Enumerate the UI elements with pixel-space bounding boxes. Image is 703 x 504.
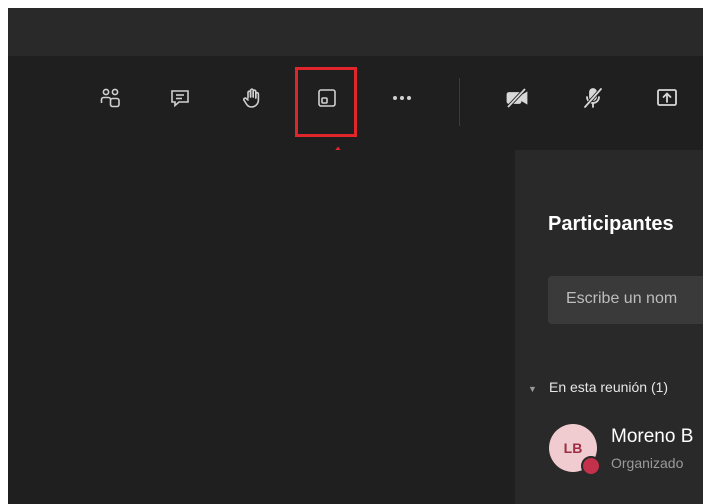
raise-hand-button[interactable] [230,78,274,122]
presence-status-icon [581,456,601,476]
chat-icon [168,86,192,115]
participant-name[interactable]: Moreno B [611,426,693,448]
video-stage [8,150,515,504]
camera-off-icon [505,86,529,115]
people-icon [98,86,122,115]
microphone-button[interactable] [571,78,615,122]
section-header-in-meeting[interactable]: En esta reunión (1) [549,379,668,395]
share-screen-button[interactable] [645,78,689,122]
rooms-highlight-box [295,67,357,137]
toolbar-divider [459,78,460,126]
search-placeholder: Escribe un nom [566,290,678,307]
participants-panel: Participantes Escribe un nom ▼ En esta r… [515,150,703,504]
more-options-button[interactable] [380,78,424,122]
title-bar [8,8,703,56]
chat-button[interactable] [158,78,202,122]
panel-title: Participantes [548,213,674,235]
participant-search-input[interactable]: Escribe un nom [548,276,703,324]
chevron-down-icon[interactable]: ▼ [528,384,537,394]
participant-role: Organizado [611,455,684,471]
raise-hand-icon [240,86,264,115]
share-icon [655,86,679,115]
more-icon [390,86,414,115]
camera-button[interactable] [495,78,539,122]
mic-off-icon [581,86,605,115]
people-button[interactable] [88,78,132,122]
